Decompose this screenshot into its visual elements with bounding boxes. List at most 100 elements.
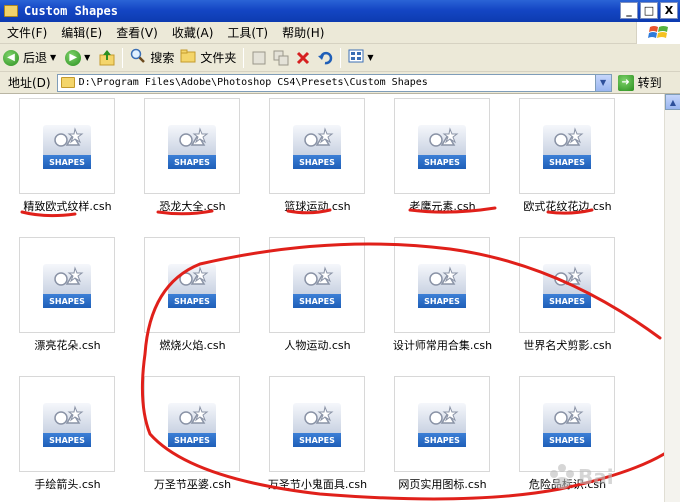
toolbar-separator (340, 47, 342, 68)
undo-icon[interactable] (316, 49, 334, 67)
file-thumbnail[interactable]: SHAPES (394, 98, 490, 194)
file-name[interactable]: 精致欧式纹样.csh (0, 198, 135, 214)
copy-to-icon[interactable] (272, 49, 290, 67)
menu-favorites[interactable]: 收藏(A) (165, 24, 221, 41)
file-thumbnail[interactable]: SHAPES (269, 98, 365, 194)
shapes-graphic (543, 403, 591, 433)
up-folder-icon[interactable] (98, 49, 116, 67)
back-button[interactable]: ◀ 后退 ▼ (0, 46, 62, 70)
forward-arrow-icon: ▶ (65, 49, 82, 66)
file-item[interactable]: SHAPES 恐龙大全.csh (125, 98, 250, 233)
file-name[interactable]: 燃烧火焰.csh (125, 337, 260, 353)
file-item[interactable]: SHAPES 万圣节巫婆.csh (125, 376, 250, 502)
file-item[interactable]: SHAPES 燃烧火焰.csh (125, 237, 250, 372)
shapes-file-icon: SHAPES (418, 264, 466, 308)
address-dropdown-icon[interactable]: ▼ (594, 74, 611, 91)
address-input[interactable]: D:\Program Files\Adobe\Photoshop CS4\Pre… (56, 73, 612, 92)
move-to-icon[interactable] (250, 49, 268, 67)
title-bar[interactable]: Custom Shapes _ □ X (0, 0, 680, 22)
file-thumbnail[interactable]: SHAPES (269, 237, 365, 333)
file-name[interactable]: 欧式花纹花边.csh (500, 198, 635, 214)
shapes-graphic (543, 125, 591, 155)
file-name[interactable]: 万圣节巫婆.csh (125, 476, 260, 492)
file-thumbnail[interactable]: SHAPES (394, 376, 490, 472)
file-name[interactable]: 网页实用图标.csh (375, 476, 510, 492)
file-thumbnail[interactable]: SHAPES (144, 98, 240, 194)
shapes-graphic (293, 125, 341, 155)
shapes-badge: SHAPES (418, 433, 466, 447)
file-item[interactable]: SHAPES 篮球运动.csh (250, 98, 375, 233)
file-thumbnail[interactable]: SHAPES (19, 98, 115, 194)
shapes-file-icon: SHAPES (543, 264, 591, 308)
file-thumbnail[interactable]: SHAPES (144, 237, 240, 333)
file-item[interactable]: SHAPES 世界名犬剪影.csh (500, 237, 625, 372)
shapes-badge: SHAPES (293, 294, 341, 308)
menu-file[interactable]: 文件(F) (0, 24, 54, 41)
views-button[interactable]: ▼ (345, 46, 379, 70)
shapes-badge: SHAPES (293, 433, 341, 447)
shapes-graphic (168, 264, 216, 294)
shapes-graphic (168, 403, 216, 433)
file-name[interactable]: 老鹰元素.csh (375, 198, 510, 214)
file-name[interactable]: 人物运动.csh (250, 337, 385, 353)
folders-button[interactable]: 文件夹 (177, 46, 239, 70)
close-button[interactable]: X (660, 2, 678, 19)
shapes-file-icon: SHAPES (168, 264, 216, 308)
shapes-badge: SHAPES (168, 155, 216, 169)
file-item[interactable]: SHAPES 手绘箭头.csh (0, 376, 125, 502)
toolbar-separator (243, 47, 245, 68)
file-name[interactable]: 漂亮花朵.csh (0, 337, 135, 353)
folders-icon (180, 48, 196, 67)
file-item[interactable]: SHAPES 欧式花纹花边.csh (500, 98, 625, 233)
file-item[interactable]: SHAPES 漂亮花朵.csh (0, 237, 125, 372)
file-thumbnail[interactable]: SHAPES (269, 376, 365, 472)
delete-icon[interactable] (294, 49, 312, 67)
file-grid: SHAPES 精致欧式纹样.csh SHAPES 恐龙大全.csh SHAPES 篮球运动… (0, 94, 664, 502)
shapes-graphic (43, 264, 91, 294)
file-item[interactable]: SHAPES 老鹰元素.csh (375, 98, 500, 233)
file-item[interactable]: SHAPES 网页实用图标.csh (375, 376, 500, 502)
menu-tools[interactable]: 工具(T) (220, 24, 275, 41)
shapes-file-icon: SHAPES (43, 125, 91, 169)
toolbar-separator (122, 47, 124, 68)
shapes-file-icon: SHAPES (543, 403, 591, 447)
file-thumbnail[interactable]: SHAPES (144, 376, 240, 472)
file-name[interactable]: 世界名犬剪影.csh (500, 337, 635, 353)
file-view[interactable]: SHAPES 精致欧式纹样.csh SHAPES 恐龙大全.csh SHAPES 篮球运动… (0, 94, 664, 502)
shapes-badge: SHAPES (418, 155, 466, 169)
menu-help[interactable]: 帮助(H) (275, 24, 331, 41)
file-name[interactable]: 篮球运动.csh (250, 198, 385, 214)
forward-dropdown-icon[interactable]: ▼ (84, 53, 90, 62)
vertical-scrollbar[interactable]: ▲ (664, 94, 680, 502)
file-thumbnail[interactable]: SHAPES (19, 237, 115, 333)
shapes-graphic (43, 403, 91, 433)
back-dropdown-icon[interactable]: ▼ (50, 53, 56, 62)
menu-edit[interactable]: 编辑(E) (54, 24, 109, 41)
file-name[interactable]: 设计师常用合集.csh (375, 337, 510, 353)
file-name[interactable]: 万圣节小鬼面具.csh (250, 476, 385, 492)
go-button[interactable]: ➜ 转到 (617, 74, 662, 91)
search-button[interactable]: 搜索 (127, 46, 177, 70)
file-name[interactable]: 恐龙大全.csh (125, 198, 260, 214)
file-item[interactable]: SHAPES 人物运动.csh (250, 237, 375, 372)
maximize-button[interactable]: □ (640, 2, 658, 19)
back-label: 后退 (23, 51, 48, 65)
file-thumbnail[interactable]: SHAPES (394, 237, 490, 333)
views-dropdown-icon[interactable]: ▼ (367, 53, 373, 62)
shapes-graphic (293, 264, 341, 294)
file-item[interactable]: SHAPES 设计师常用合集.csh (375, 237, 500, 372)
address-path: D:\Program Files\Adobe\Photoshop CS4\Pre… (78, 77, 428, 88)
file-thumbnail[interactable]: SHAPES (19, 376, 115, 472)
file-name[interactable]: 手绘箭头.csh (0, 476, 135, 492)
minimize-button[interactable]: _ (620, 2, 638, 19)
scroll-up-button[interactable]: ▲ (665, 94, 680, 110)
file-item[interactable]: SHAPES 万圣节小鬼面具.csh (250, 376, 375, 502)
file-thumbnail[interactable]: SHAPES (519, 98, 615, 194)
file-item[interactable]: SHAPES 精致欧式纹样.csh (0, 98, 125, 233)
forward-button[interactable]: ▶ ▼ (62, 46, 96, 70)
shapes-file-icon: SHAPES (418, 125, 466, 169)
shapes-badge: SHAPES (168, 294, 216, 308)
menu-view[interactable]: 查看(V) (109, 24, 165, 41)
shapes-badge: SHAPES (293, 155, 341, 169)
file-thumbnail[interactable]: SHAPES (519, 237, 615, 333)
